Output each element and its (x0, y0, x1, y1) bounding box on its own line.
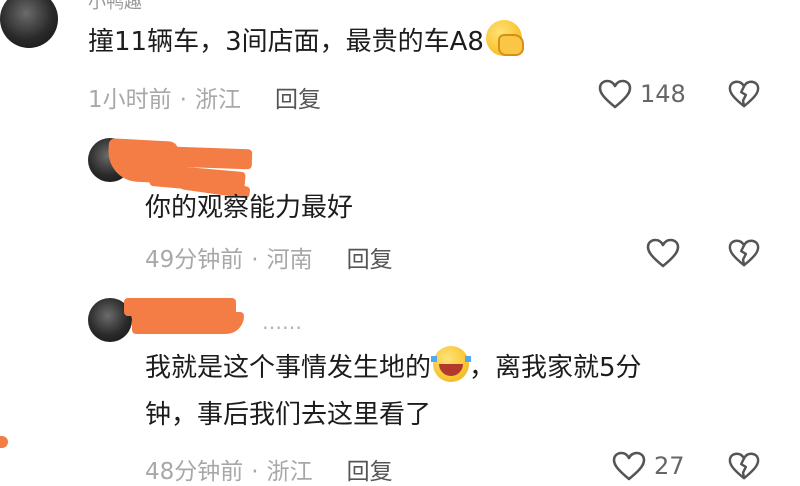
separator: · (251, 459, 259, 485)
dislike-button[interactable] (728, 451, 762, 483)
comment-meta: 49分钟前 · 河南 回复 (145, 240, 393, 274)
timestamp: 48分钟前 (145, 459, 244, 485)
comment-text-content: 撞11辆车，3间店面，最贵的车A8 (88, 27, 484, 57)
reply-target-ellipsis: …… (262, 310, 302, 334)
facepalm-emoji-icon (485, 20, 524, 56)
like-button[interactable] (598, 79, 634, 111)
comment-text: 你的观察能力最好 (145, 193, 354, 223)
timestamp: 1小时前 (88, 87, 172, 113)
location: 浙江 (266, 459, 313, 485)
comment-meta: 48分钟前 · 浙江 回复 (145, 452, 393, 486)
comment-meta: 1小时前 · 浙江 回复 (88, 80, 321, 114)
comment-text-content: ，离我家就5分 (469, 353, 642, 383)
reply-button[interactable]: 回复 (347, 247, 393, 273)
broken-heart-icon (728, 80, 760, 108)
like-button[interactable] (646, 238, 682, 270)
avatar[interactable] (0, 0, 58, 48)
like-button[interactable] (612, 451, 648, 483)
reply-button[interactable]: 回复 (275, 87, 321, 113)
dislike-button[interactable] (728, 238, 762, 270)
reply-button[interactable]: 回复 (347, 459, 393, 485)
like-count: 148 (640, 80, 686, 108)
like-count: 27 (654, 452, 685, 480)
laughing-crying-emoji-icon (431, 346, 472, 382)
comment-text: 钟，事后我们去这里看了 (145, 400, 432, 430)
username[interactable]: 小鸭趣 (88, 0, 142, 14)
location: 浙江 (194, 87, 241, 113)
comment-text: 撞11辆车，3间店面，最贵的车A8 (88, 20, 524, 63)
dislike-button[interactable] (728, 79, 762, 111)
redaction-overlay (132, 312, 244, 334)
redaction-overlay (0, 436, 8, 448)
broken-heart-icon (728, 239, 760, 267)
location: 河南 (266, 247, 313, 273)
separator: · (179, 87, 187, 113)
comment-text-content: 我就是这个事情发生地的 (145, 353, 432, 383)
comment-text: 我就是这个事情发生地的 ，离我家就5分 (145, 346, 642, 389)
timestamp: 49分钟前 (145, 247, 244, 273)
heart-icon (646, 238, 680, 268)
heart-icon (598, 79, 632, 109)
separator: · (251, 247, 259, 273)
